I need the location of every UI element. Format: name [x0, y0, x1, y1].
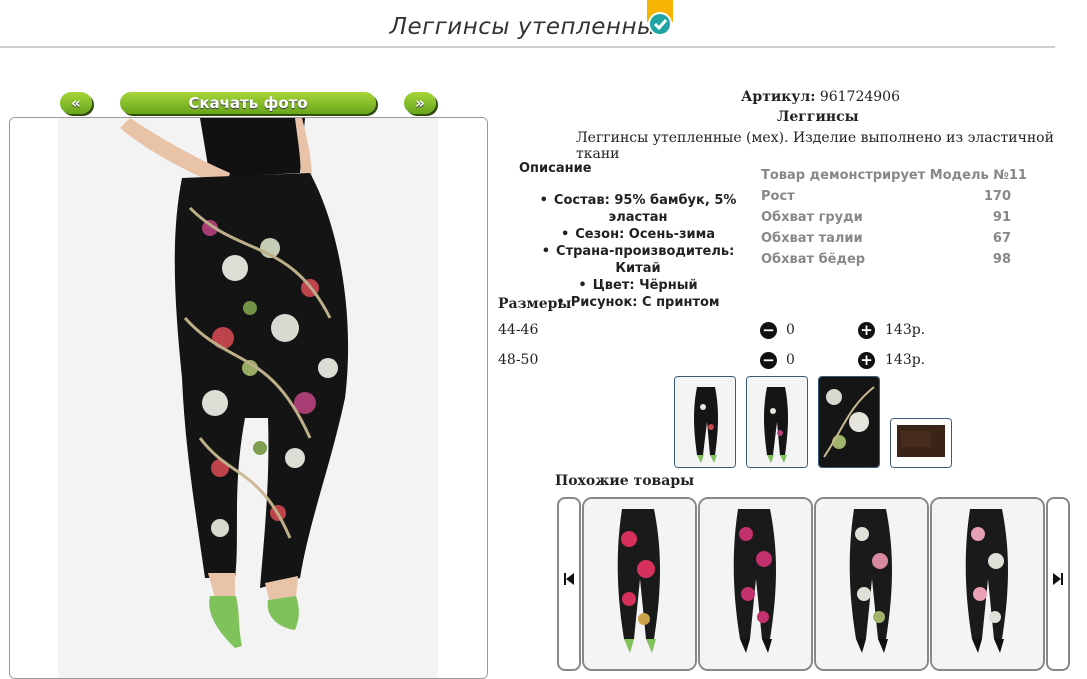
product-summary: Леггинсы утепленные (мех). Изделие выпол… [576, 130, 1054, 162]
prev-photo-button[interactable]: « [60, 92, 92, 114]
similar-heading: Похожие товары [555, 473, 695, 489]
description-heading: Описание [519, 161, 592, 176]
description-item: Состав: 95% бамбук, 5% эластан [518, 192, 758, 226]
decrease-qty-button[interactable]: − [760, 322, 777, 339]
photo-thumbnail[interactable] [674, 376, 736, 468]
leggings-photo-image [10, 118, 487, 678]
photo-thumbnail[interactable] [746, 376, 808, 468]
description-item: Страна-производитель: Китай [518, 243, 758, 277]
description-item: Сезон: Осень-зима [518, 226, 758, 243]
article-line: Артикул: 961724906 [741, 89, 900, 105]
model-value: 67 [992, 231, 1011, 246]
main-product-photo[interactable] [9, 117, 488, 679]
similar-product-card[interactable] [582, 497, 697, 671]
model-value: 98 [992, 252, 1011, 267]
page-title: Леггинсы утепленные [389, 14, 671, 40]
model-label: Обхват бёдер [761, 252, 866, 267]
model-label: Рост [761, 189, 795, 204]
model-label: Обхват талии [761, 231, 863, 246]
description-list: Состав: 95% бамбук, 5% эластан Сезон: Ос… [518, 192, 758, 311]
article-label: Артикул: [741, 89, 816, 105]
similar-product-card[interactable] [814, 497, 929, 671]
increase-qty-button[interactable]: + [858, 322, 875, 339]
title-divider [0, 46, 1055, 48]
sizes-heading: Размеры [498, 296, 572, 312]
description-item: Цвет: Чёрный [518, 277, 758, 294]
decrease-qty-button[interactable]: − [760, 352, 777, 369]
similar-product-card[interactable] [930, 497, 1045, 671]
qty-value: 0 [786, 352, 795, 368]
skip-back-icon [564, 573, 574, 585]
model-value: 170 [983, 189, 1011, 204]
size-label: 48-50 [498, 352, 539, 368]
verified-badge-icon [647, 0, 673, 36]
article-value: 961724906 [819, 89, 900, 105]
model-heading: Товар демонстрирует Модель №11 [761, 168, 1027, 183]
photo-thumbnail[interactable] [818, 376, 880, 468]
size-label: 44-46 [498, 322, 539, 338]
next-photo-button[interactable]: » [404, 92, 436, 114]
download-photo-button[interactable]: Скачать фото [120, 92, 376, 114]
qty-value: 0 [786, 322, 795, 338]
similar-product-card[interactable] [698, 497, 813, 671]
size-price: 143р. [885, 322, 926, 338]
product-category: Леггинсы [777, 109, 859, 125]
similar-next-button[interactable] [1046, 497, 1070, 671]
fabric-thumbnail[interactable] [890, 418, 952, 468]
skip-forward-icon [1053, 573, 1063, 585]
increase-qty-button[interactable]: + [858, 352, 875, 369]
model-value: 91 [992, 210, 1011, 225]
size-price: 143р. [885, 352, 926, 368]
model-label: Обхват груди [761, 210, 863, 225]
similar-prev-button[interactable] [557, 497, 581, 671]
